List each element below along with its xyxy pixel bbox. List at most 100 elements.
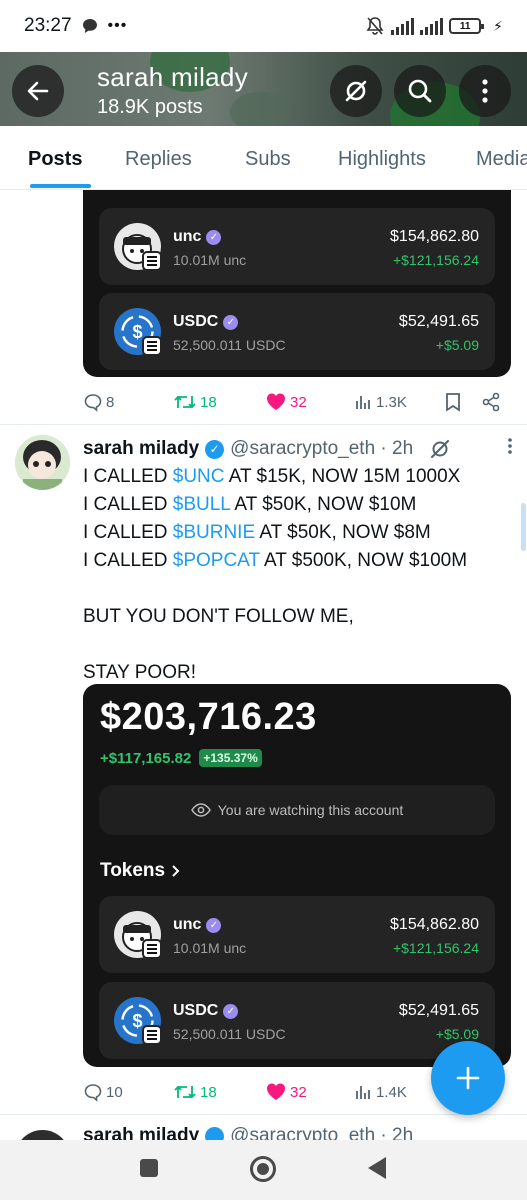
views-bar-chart-icon	[356, 396, 370, 409]
token-value: $154,862.80	[390, 916, 479, 933]
token-row: unc ✓ 10.01M unc $154,862.80 +$121,156.24	[99, 896, 495, 973]
home-button[interactable]	[250, 1156, 276, 1182]
tab-media[interactable]: Media	[476, 148, 527, 171]
token-row: unc ✓ 10.01M unc $154,862.80 +$121,156.24	[99, 208, 495, 285]
grok-button[interactable]	[330, 65, 382, 117]
bookmark-icon	[446, 393, 460, 412]
token-change: +$5.09	[435, 337, 479, 353]
token-row: $ USDC ✓ 52,500.011 USDC $52,491.65 +$5.0…	[99, 293, 495, 370]
charging-icon: ⚡	[493, 17, 503, 34]
post-count: 18.9K posts	[97, 96, 203, 118]
like-count: 32	[290, 1083, 307, 1101]
repost-button[interactable]: 18	[173, 392, 217, 412]
compose-post-button[interactable]	[431, 1041, 505, 1115]
views-button[interactable]: 1.4K	[353, 1082, 407, 1102]
post-line: I CALLED $UNC AT $15K, NOW 15M 1000X	[83, 466, 461, 487]
author-name[interactable]: sarah milady	[83, 438, 199, 460]
token-row: $ USDC ✓ 52,500.011 USDC $52,491.65 +$5.0…	[99, 982, 495, 1059]
eye-icon	[190, 803, 211, 817]
token-name: unc	[173, 916, 202, 933]
arrow-left-icon	[27, 81, 49, 101]
back-nav-button[interactable]	[368, 1157, 386, 1179]
cashtag-link[interactable]: $BURNIE	[173, 522, 255, 543]
heart-filled-icon	[267, 1083, 285, 1100]
like-count: 32	[290, 393, 307, 411]
tab-highlights[interactable]: Highlights	[338, 148, 426, 171]
tab-subs[interactable]: Subs	[245, 148, 291, 171]
solana-badge-icon	[142, 939, 162, 959]
token-amount: 52,500.011 USDC	[173, 1026, 286, 1042]
wallet-pnl: +$117,165.82 +135.37%	[100, 749, 262, 767]
token-change: +$121,156.24	[392, 940, 479, 956]
system-nav-bar	[0, 1140, 527, 1200]
solana-badge-icon	[142, 336, 162, 356]
grok-explain-icon[interactable]	[429, 438, 451, 460]
reply-button[interactable]: 10	[83, 1082, 123, 1102]
wallet-screenshot-image[interactable]: $203,716.23 +$117,165.82 +135.37% You ar…	[83, 684, 511, 1067]
verified-badge-icon: ✓	[205, 439, 225, 459]
token-amount: 10.01M unc	[173, 252, 247, 268]
pnl-percent-badge: +135.37%	[199, 749, 262, 767]
post-text: I CALLED $UNC AT $15K, NOW 15M 1000X I C…	[83, 463, 513, 687]
share-icon	[482, 392, 500, 412]
back-button[interactable]	[12, 65, 64, 117]
svg-text:$: $	[132, 1011, 142, 1031]
tokens-heading: Tokens	[100, 860, 181, 882]
token-value: $154,862.80	[390, 228, 479, 245]
view-count: 1.4K	[376, 1083, 407, 1101]
status-bar: 23:27 ••• 11 ⚡	[0, 0, 527, 52]
reply-count: 8	[106, 393, 115, 411]
post-line: I CALLED $BULL AT $50K, NOW $10M	[83, 494, 417, 515]
token-name: USDC	[173, 1002, 219, 1019]
scrollbar[interactable]	[521, 503, 526, 551]
like-button[interactable]: 32	[265, 1082, 307, 1102]
verified-token-icon: ✓	[223, 314, 239, 330]
cashtag-link[interactable]: $POPCAT	[173, 550, 260, 571]
recents-button[interactable]	[140, 1159, 158, 1177]
tab-posts[interactable]: Posts	[28, 148, 82, 171]
token-name: unc	[173, 228, 202, 245]
like-button[interactable]: 32	[265, 392, 307, 412]
heart-filled-icon	[267, 393, 285, 410]
more-vertical-icon	[482, 79, 488, 103]
post-actions: 8 18 32 1.3K	[83, 390, 513, 418]
repost-count: 18	[200, 1083, 217, 1101]
more-options-button[interactable]	[459, 65, 511, 117]
bookmark-button[interactable]	[444, 392, 462, 412]
verified-token-icon: ✓	[206, 229, 222, 245]
profile-tabs: Posts Replies Subs Highlights Media	[0, 126, 527, 190]
repost-button[interactable]: 18	[173, 1082, 217, 1102]
post-time: 2h	[392, 438, 414, 459]
grok-icon	[345, 80, 367, 102]
repost-count: 18	[200, 393, 217, 411]
pnl-amount: +$117,165.82	[100, 749, 192, 767]
more-notifications-icon: •••	[107, 17, 128, 34]
share-button[interactable]	[481, 392, 501, 412]
repost-icon	[174, 1085, 196, 1099]
wallet-screenshot-image[interactable]: unc ✓ 10.01M unc $154,862.80 +$121,156.24…	[83, 190, 511, 377]
tab-replies[interactable]: Replies	[125, 148, 192, 171]
battery-icon: 11	[449, 18, 485, 34]
repost-icon	[174, 395, 196, 409]
cashtag-link[interactable]: $UNC	[173, 466, 225, 487]
svg-text:$: $	[132, 322, 142, 342]
plus-icon	[456, 1066, 480, 1090]
reply-icon	[84, 394, 102, 412]
status-time: 23:27	[24, 15, 72, 36]
token-amount: 10.01M unc	[173, 940, 247, 956]
views-button[interactable]: 1.3K	[353, 392, 407, 412]
signal-icon	[391, 17, 415, 35]
post-line: I CALLED $BURNIE AT $50K, NOW $8M	[83, 522, 431, 543]
reply-button[interactable]: 8	[83, 392, 114, 412]
post-header: sarah milady ✓ @saracrypto_eth · 2h	[83, 437, 513, 461]
token-amount: 52,500.011 USDC	[173, 337, 286, 353]
chevron-right-icon	[172, 865, 180, 877]
watching-banner: You are watching this account	[99, 785, 495, 835]
cashtag-link[interactable]: $BULL	[173, 494, 230, 515]
verified-token-icon: ✓	[223, 1003, 239, 1019]
avatar[interactable]	[15, 435, 70, 490]
post-more-button[interactable]	[507, 437, 513, 461]
search-button[interactable]	[394, 65, 446, 117]
active-tab-indicator	[30, 184, 91, 188]
author-handle[interactable]: @saracrypto_eth	[230, 438, 375, 460]
